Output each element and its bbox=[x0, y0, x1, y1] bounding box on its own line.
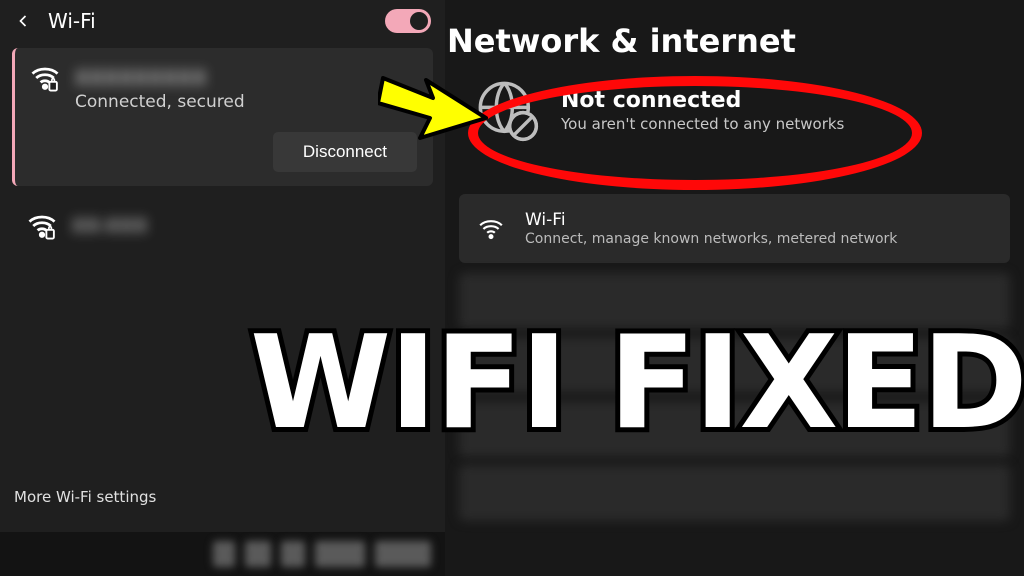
toggle-knob-icon bbox=[410, 12, 428, 30]
not-connected-status: Not connected You aren't connected to an… bbox=[445, 74, 1024, 142]
wifi-row-subtitle: Connect, manage known networks, metered … bbox=[525, 231, 897, 247]
taskbar bbox=[0, 532, 445, 576]
page-title: Network & internet bbox=[445, 0, 1024, 74]
tray-item[interactable] bbox=[213, 541, 235, 567]
setting-row-obscured[interactable] bbox=[459, 401, 1010, 457]
other-network-item[interactable]: XX-XXX bbox=[0, 192, 445, 260]
tray-item[interactable] bbox=[281, 541, 305, 567]
wifi-settings-row[interactable]: Wi-Fi Connect, manage known networks, me… bbox=[459, 194, 1010, 263]
setting-row-obscured[interactable] bbox=[459, 465, 1010, 521]
tray-item[interactable] bbox=[245, 541, 271, 567]
not-connected-title: Not connected bbox=[561, 88, 844, 113]
wifi-flyout-header: Wi-Fi bbox=[0, 0, 445, 42]
wifi-icon bbox=[477, 215, 505, 243]
more-wifi-settings-link[interactable]: More Wi-Fi settings bbox=[14, 488, 156, 506]
setting-row-obscured[interactable] bbox=[459, 273, 1010, 329]
wifi-flyout-title: Wi-Fi bbox=[48, 9, 373, 33]
connected-status: Connected, secured bbox=[75, 92, 417, 112]
tray-clock[interactable] bbox=[375, 541, 431, 567]
wifi-flyout: Wi-Fi XXXXXXXXX Connected, secured Disco… bbox=[0, 0, 445, 576]
connected-network-card[interactable]: XXXXXXXXX Connected, secured Disconnect bbox=[12, 48, 433, 186]
setting-row-obscured[interactable] bbox=[459, 337, 1010, 393]
network-settings-page: Network & internet Not connected You are… bbox=[445, 0, 1024, 576]
tray-item[interactable] bbox=[315, 541, 365, 567]
other-ssid: XX-XXX bbox=[72, 215, 148, 237]
connected-ssid: XXXXXXXXX bbox=[75, 66, 207, 90]
wifi-connected-icon bbox=[29, 62, 61, 94]
globe-blocked-icon bbox=[475, 78, 539, 142]
back-arrow-icon[interactable] bbox=[10, 8, 36, 34]
wifi-row-title: Wi-Fi bbox=[525, 210, 897, 230]
connected-network-row: XXXXXXXXX bbox=[29, 62, 417, 94]
wifi-locked-icon bbox=[26, 210, 58, 242]
wifi-toggle[interactable] bbox=[385, 9, 431, 33]
disconnect-button[interactable]: Disconnect bbox=[273, 132, 417, 172]
not-connected-subtitle: You aren't connected to any networks bbox=[561, 115, 844, 133]
